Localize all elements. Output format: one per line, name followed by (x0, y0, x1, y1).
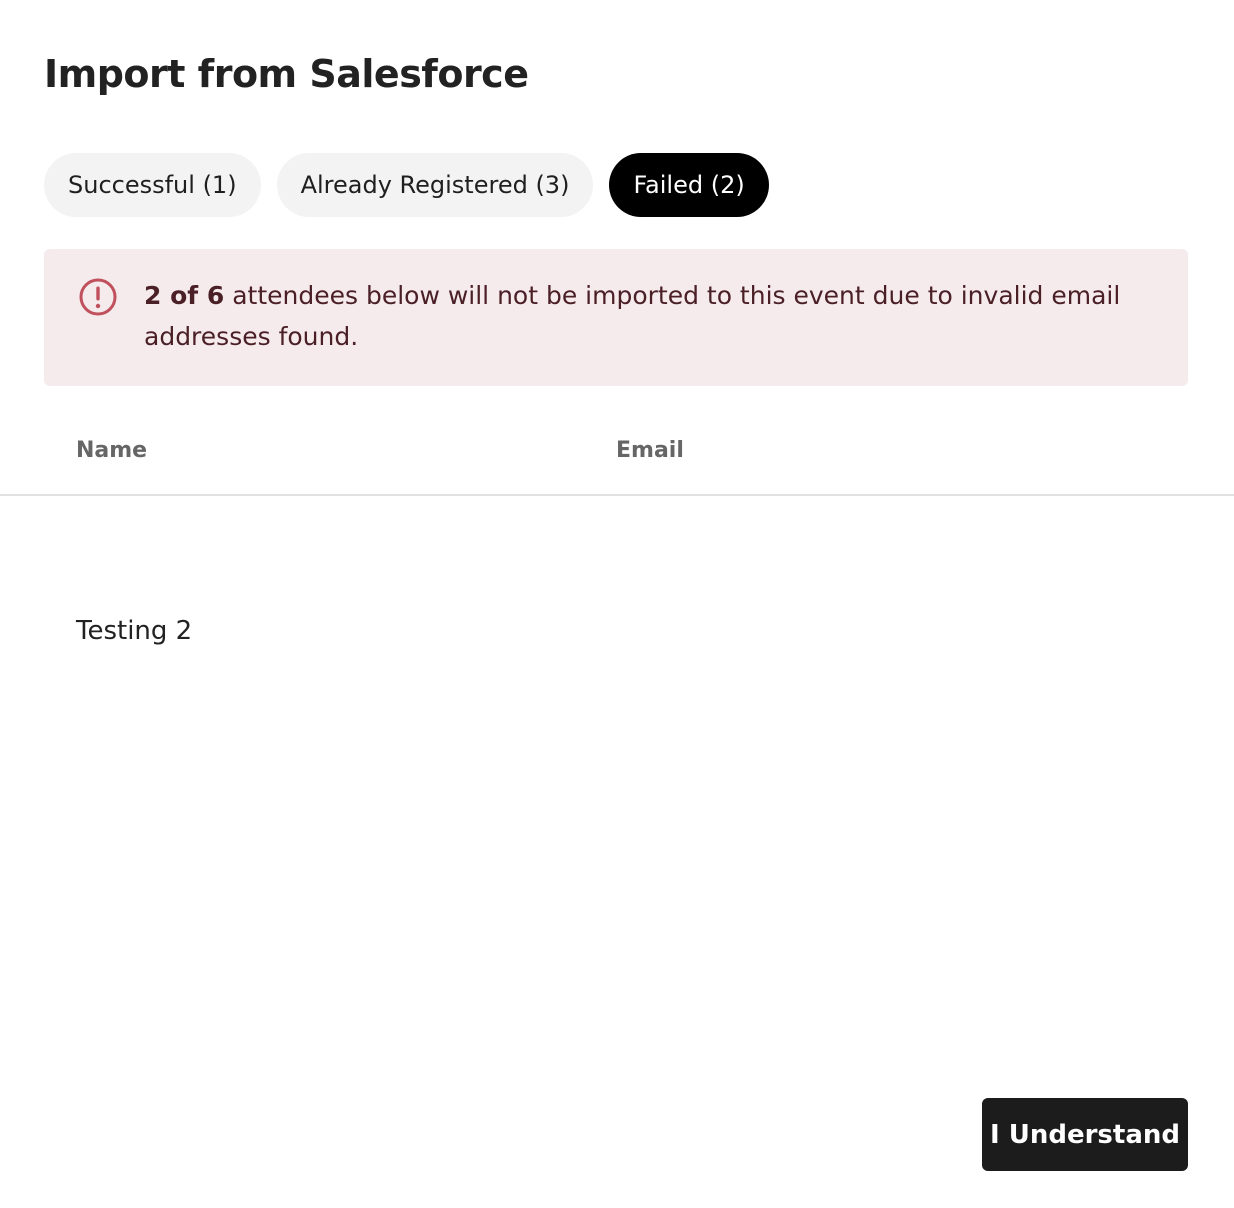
tab-already-registered[interactable]: Already Registered (3) (276, 153, 594, 217)
modal-title: Import from Salesforce (44, 52, 529, 96)
column-header-name: Name (76, 438, 148, 463)
tab-successful[interactable]: Successful (1) (44, 153, 261, 217)
column-header-email: Email (616, 438, 684, 463)
alert-circle-icon (79, 278, 117, 316)
tab-failed[interactable]: Failed (2) (609, 153, 769, 217)
result-tabs: Successful (1) Already Registered (3) Fa… (44, 153, 769, 217)
cell-name: Testing 2 (76, 616, 193, 646)
table-header: Name Email (0, 420, 1234, 496)
failed-import-alert: 2 of 6 attendees below will not be impor… (44, 249, 1188, 386)
alert-message: attendees below will not be imported to … (144, 281, 1121, 351)
failed-count: 2 of 6 (144, 281, 225, 310)
table-row: Testing 2 (0, 600, 1234, 666)
i-understand-button[interactable]: I Understand (982, 1098, 1188, 1171)
